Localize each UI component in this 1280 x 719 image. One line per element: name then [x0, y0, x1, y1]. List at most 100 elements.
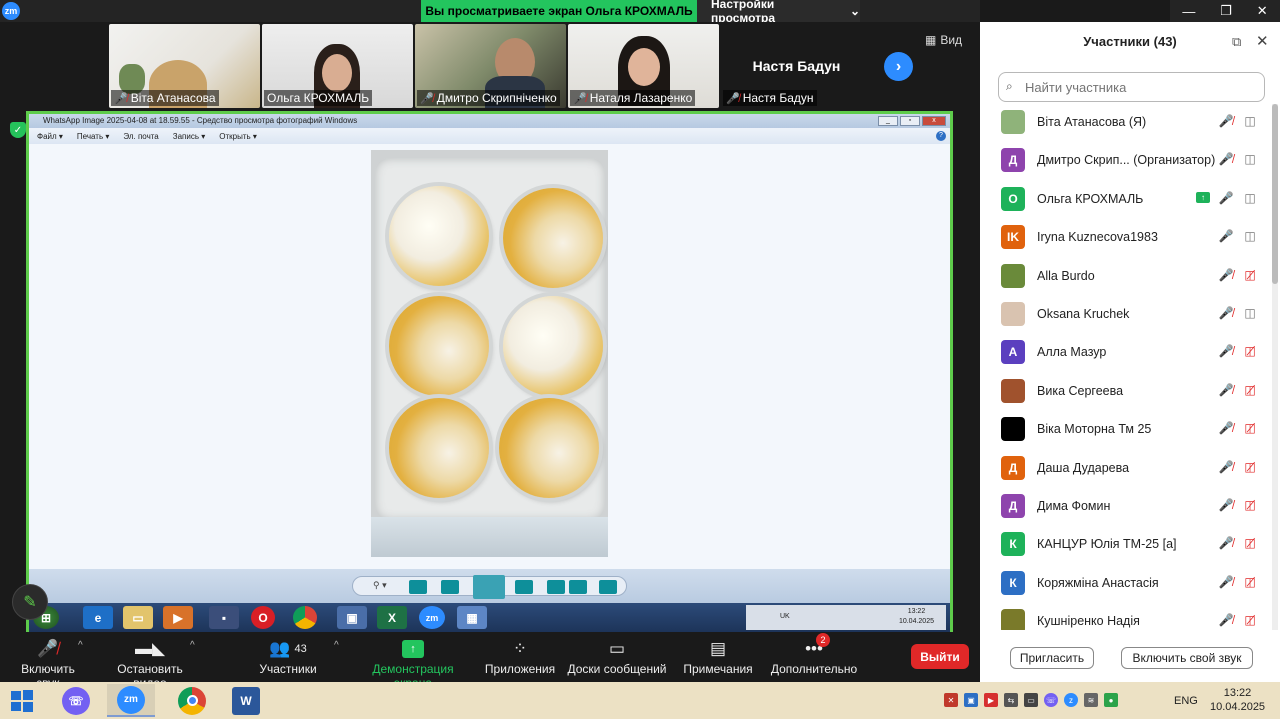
close-icon[interactable]: ✕	[1256, 32, 1269, 50]
menu-open[interactable]: Открыть ▾	[219, 132, 257, 141]
video-off-icon[interactable]: ◫̸	[1242, 613, 1258, 627]
view-button[interactable]: ▦ Вид	[925, 33, 962, 47]
restore-button[interactable]: ❐	[1220, 3, 1232, 19]
help-icon[interactable]: ?	[936, 131, 946, 141]
participant-row[interactable]: К КАНЦУР Юлія ТМ-25 [а] 🎤̸ ◫̸	[980, 526, 1270, 564]
participant-row[interactable]: К Коряжміна Анастасія 🎤̸ ◫̸	[980, 565, 1270, 603]
video-off-icon[interactable]: ◫̸	[1242, 383, 1258, 397]
media-icon[interactable]: ▶	[163, 606, 193, 629]
mic-muted-icon[interactable]: 🎤̸	[1218, 306, 1234, 320]
zoom-icon[interactable]: ⚲ ▾	[373, 580, 387, 591]
participant-list-scrollbar[interactable]	[1272, 104, 1278, 630]
whiteboards-button[interactable]: ▭ Доски сообщений	[566, 636, 668, 676]
tray-icon[interactable]: ▶	[984, 693, 998, 707]
participant-row[interactable]: Oksana Kruchek 🎤̸ ◫	[980, 296, 1270, 334]
actual-size-button[interactable]	[441, 580, 459, 594]
pv-maximize-button[interactable]: ▫	[900, 116, 920, 126]
video-off-icon[interactable]: ◫̸	[1242, 421, 1258, 435]
tray-icon[interactable]: ●	[1104, 693, 1118, 707]
mic-muted-icon[interactable]: 🎤̸	[1218, 152, 1234, 166]
video-off-icon[interactable]: ◫̸	[1242, 268, 1258, 282]
tray-icon[interactable]: ✕	[944, 693, 958, 707]
menu-print[interactable]: Печать ▾	[77, 132, 109, 141]
unmute-self-button[interactable]: Включить свой звук	[1121, 647, 1253, 669]
photo-viewer-task-icon[interactable]: ▦	[457, 606, 487, 629]
chrome-icon[interactable]	[293, 606, 317, 629]
remote-lang[interactable]: UK	[780, 613, 790, 620]
mic-muted-icon[interactable]: 🎤̸	[1218, 268, 1234, 282]
rotate-right-button[interactable]	[569, 580, 587, 594]
remote-zoom-icon[interactable]: zm	[419, 606, 445, 629]
word-taskbar-item[interactable]: W	[222, 684, 270, 717]
participant-row[interactable]: Кушніренко Надія 🎤̸ ◫̸	[980, 603, 1270, 630]
delete-button[interactable]	[599, 580, 617, 594]
video-icon[interactable]: ◫	[1242, 114, 1258, 128]
view-settings-button[interactable]: Настройки просмотра ⌄	[697, 0, 860, 25]
pv-minimize-button[interactable]: _	[878, 116, 898, 126]
rotate-left-button[interactable]	[547, 580, 565, 594]
menu-file[interactable]: Файл ▾	[37, 132, 63, 141]
tray-icon[interactable]: ⇆	[1004, 693, 1018, 707]
participant-row[interactable]: Д Дима Фомин 🎤̸ ◫̸	[980, 488, 1270, 526]
input-language[interactable]: ENG	[1174, 695, 1198, 707]
participant-row[interactable]: Alla Burdo 🎤̸ ◫̸	[980, 258, 1270, 296]
audio-options-caret-icon[interactable]: ^	[78, 640, 83, 651]
opera-icon[interactable]: O	[251, 606, 275, 629]
video-off-icon[interactable]: ◫̸	[1242, 536, 1258, 550]
more-button[interactable]: ••• Дополнительно	[768, 636, 860, 676]
video-options-caret-icon[interactable]: ^	[190, 640, 195, 651]
chrome-taskbar-item[interactable]	[168, 684, 216, 717]
popout-icon[interactable]: ⧉	[1232, 34, 1241, 50]
menu-burn[interactable]: Запись ▾	[173, 132, 206, 141]
mic-muted-icon[interactable]: 🎤̸	[1218, 460, 1234, 474]
video-tile[interactable]: 🎤̸ Наталя Лазаренко	[568, 24, 719, 108]
participant-row[interactable]: Вика Сергеева 🎤̸ ◫̸	[980, 373, 1270, 411]
mic-muted-icon[interactable]: 🎤̸	[1218, 114, 1234, 128]
video-icon[interactable]: ◫	[1242, 229, 1258, 243]
annotate-pen-icon[interactable]: ✎	[12, 584, 48, 620]
search-participants-input[interactable]	[998, 72, 1265, 102]
mic-icon[interactable]: 🎤	[1218, 229, 1234, 243]
windows-start-icon[interactable]	[10, 689, 34, 713]
close-window-button[interactable]: ✕	[1257, 3, 1268, 19]
scrollbar-thumb[interactable]	[1272, 104, 1278, 284]
folder-icon[interactable]: ▭	[123, 606, 153, 629]
participant-row[interactable]: Д Даша Дударева 🎤̸ ◫̸	[980, 450, 1270, 488]
previous-image-button[interactable]	[409, 580, 427, 594]
wifi-icon[interactable]: ≋	[1084, 693, 1098, 707]
participant-row[interactable]: Віка Моторна Тм 25 🎤̸ ◫̸	[980, 411, 1270, 449]
video-icon[interactable]: ◫	[1242, 306, 1258, 320]
save-icon[interactable]: ▪	[209, 606, 239, 629]
tray-icon[interactable]: ▣	[964, 693, 978, 707]
video-tile[interactable]: Настя Бадун 🎤̸ Настя Бадун	[721, 24, 872, 108]
viber-taskbar-item[interactable]: ☏	[52, 684, 100, 717]
ie-icon[interactable]: e	[83, 606, 113, 629]
excel-icon[interactable]: X	[377, 606, 407, 629]
apps-button[interactable]: ⁘ Приложения	[484, 636, 556, 676]
slideshow-button[interactable]	[473, 575, 505, 599]
participant-row[interactable]: О Ольга КРОХМАЛЬ ↑ 🎤 ◫	[980, 181, 1270, 219]
mic-muted-icon[interactable]: 🎤̸	[1218, 421, 1234, 435]
video-icon[interactable]: ◫	[1242, 152, 1258, 166]
leave-button[interactable]: Выйти	[911, 644, 969, 669]
video-tile[interactable]: 🎤̸ Дмитро Скрипніченко	[415, 24, 566, 108]
mic-muted-icon[interactable]: 🎤̸	[1218, 498, 1234, 512]
pv-close-button[interactable]: x	[922, 116, 946, 126]
mic-icon[interactable]: 🎤	[1218, 191, 1234, 205]
participant-row[interactable]: IK Iryna Kuznecova1983 🎤 ◫	[980, 219, 1270, 257]
zoom-tray-icon[interactable]: z	[1064, 693, 1078, 707]
mic-muted-icon[interactable]: 🎤̸	[1218, 383, 1234, 397]
next-image-button[interactable]	[515, 580, 533, 594]
participant-row[interactable]: Віта Атанасова (Я) 🎤̸ ◫	[980, 104, 1270, 142]
tray-icon[interactable]: ▭	[1024, 693, 1038, 707]
mic-muted-icon[interactable]: 🎤̸	[1218, 575, 1234, 589]
video-off-icon[interactable]: ◫̸	[1242, 344, 1258, 358]
invite-button[interactable]: Пригласить	[1010, 647, 1094, 669]
video-off-icon[interactable]: ◫̸	[1242, 498, 1258, 512]
zoom-taskbar-item[interactable]: zm	[107, 684, 155, 717]
video-off-icon[interactable]: ◫̸	[1242, 575, 1258, 589]
notes-button[interactable]: ▤ Примечания	[682, 636, 754, 676]
video-off-icon[interactable]: ◫̸	[1242, 460, 1258, 474]
network-icon[interactable]: ▣	[337, 606, 367, 629]
video-icon[interactable]: ◫	[1242, 191, 1258, 205]
